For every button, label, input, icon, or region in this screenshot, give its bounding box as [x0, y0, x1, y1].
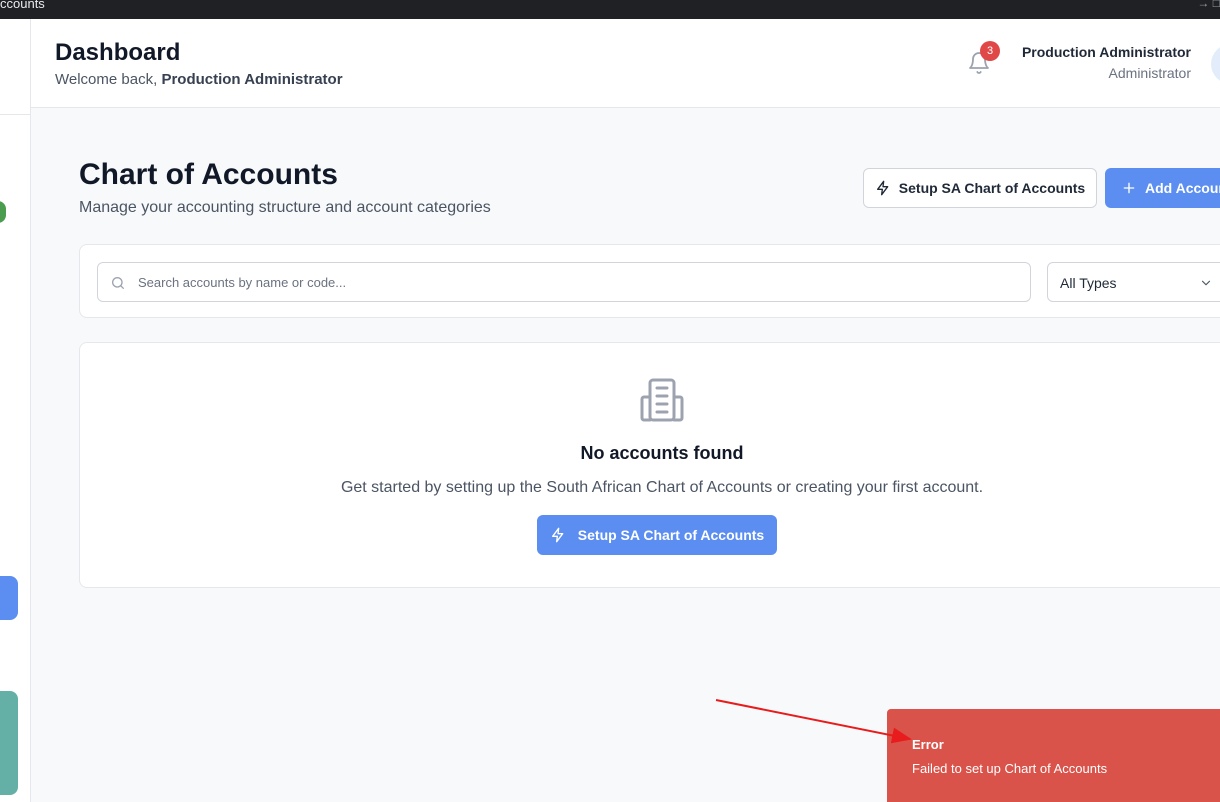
user-name[interactable]: Production Administrator [1022, 44, 1191, 60]
sidebar-divider [0, 114, 30, 115]
welcome-name: Production Administrator [161, 71, 343, 88]
plus-icon [1123, 182, 1135, 194]
notification-badge[interactable]: 3 [980, 41, 1000, 61]
browser-tab-title[interactable]: ccounts [0, 0, 45, 11]
page-title: Chart of Accounts [79, 158, 338, 191]
avatar[interactable] [1211, 44, 1220, 84]
search-icon [112, 277, 124, 289]
add-account-label: Add Account [1145, 180, 1220, 196]
search-input[interactable] [138, 263, 1018, 301]
user-role: Administrator [1108, 65, 1191, 81]
welcome-prefix: Welcome back, [55, 71, 158, 88]
status-indicator [0, 201, 6, 223]
chevron-down-icon [1201, 280, 1211, 286]
top-header: Dashboard Welcome back, Production Admin… [31, 19, 1220, 108]
setup-sa-chart-button[interactable]: Setup SA Chart of Accounts [863, 168, 1097, 208]
filter-bar: All Types [79, 244, 1220, 318]
browser-controls-icon[interactable]: → □ [1197, 0, 1220, 10]
header-title: Dashboard [55, 39, 181, 66]
sidebar [0, 19, 31, 802]
toast-message: Failed to set up Chart of Accounts [912, 761, 1108, 776]
search-field[interactable] [97, 262, 1031, 302]
lightning-icon [551, 527, 564, 543]
browser-top-bar: ccounts → □ [0, 0, 1220, 19]
lightning-icon [876, 180, 889, 196]
setup-sa-chart-label: Setup SA Chart of Accounts [898, 180, 1086, 196]
sidebar-active-item[interactable] [0, 576, 18, 620]
error-toast[interactable]: Error Failed to set up Chart of Accounts [887, 709, 1220, 802]
empty-state-card: No accounts found Get started by setting… [79, 342, 1220, 588]
building-icon [640, 378, 684, 422]
page-subtitle: Manage your accounting structure and acc… [79, 199, 491, 216]
empty-setup-sa-chart-button[interactable]: Setup SA Chart of Accounts [537, 515, 777, 555]
add-account-button[interactable]: Add Account [1105, 168, 1220, 208]
empty-state-message: Get started by setting up the South Afri… [340, 479, 984, 496]
empty-setup-label: Setup SA Chart of Accounts [577, 527, 765, 543]
welcome-text: Welcome back, Production Administrator [55, 71, 343, 88]
empty-state-title: No accounts found [580, 443, 744, 463]
account-type-select[interactable]: All Types [1047, 262, 1220, 302]
account-type-value: All Types [1060, 275, 1117, 291]
sidebar-promo-card[interactable] [0, 691, 18, 795]
toast-title: Error [912, 737, 944, 752]
